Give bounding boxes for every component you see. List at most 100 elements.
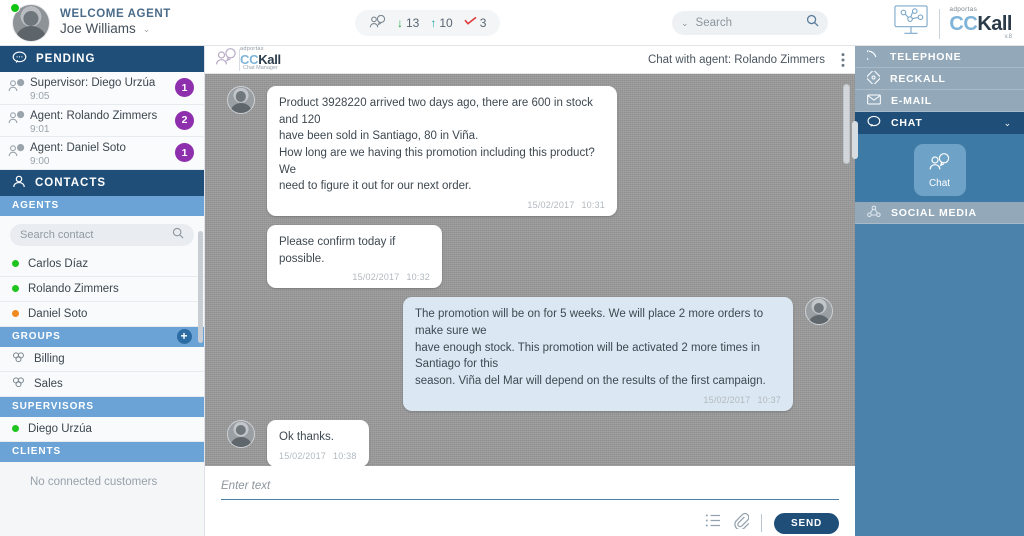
- sidebar-item-social-media[interactable]: SOCIAL MEDIA: [855, 202, 1024, 224]
- welcome-label: WELCOME AGENT: [60, 7, 171, 20]
- contact-search-placeholder: Search contact: [20, 228, 94, 241]
- pending-title: PENDING: [36, 53, 96, 65]
- list-item[interactable]: Supervisor: Diego Urzúa 9:05 1: [0, 72, 204, 105]
- cckall-chat-app: WELCOME AGENT Joe Williams ⌄ ↓ 13 ↑ 10 3…: [0, 0, 1024, 536]
- missed-count: 3: [479, 16, 487, 30]
- list-item[interactable]: Agent: Rolando Zimmers 9:01 2: [0, 104, 204, 137]
- top-bar: WELCOME AGENT Joe Williams ⌄ ↓ 13 ↑ 10 3…: [0, 0, 1024, 46]
- arrow-up-icon: ↑: [430, 16, 437, 30]
- chat-scrollbar[interactable]: [843, 84, 850, 164]
- group-name: Sales: [34, 377, 63, 390]
- message-date: 15/02/2017: [527, 200, 575, 211]
- message-bubble: Product 3928220 arrived two days ago, th…: [267, 86, 617, 217]
- message-timestamp: 15/02/2017 10:38: [279, 450, 357, 463]
- pending-name: Agent: Rolando Zimmers: [30, 109, 158, 122]
- search-icon[interactable]: [806, 14, 819, 32]
- contact-search-wrap: Search contact: [0, 215, 204, 252]
- chat-tile-label: Chat: [928, 177, 951, 189]
- person-chat-icon: [8, 143, 30, 163]
- search-input[interactable]: ⌄ Search: [672, 11, 828, 35]
- panel-collapse-handle[interactable]: [852, 121, 858, 159]
- clients-label: CLIENTS: [12, 446, 62, 457]
- message-input[interactable]: Enter text: [221, 476, 839, 500]
- social-icon: [867, 205, 881, 221]
- current-user-block[interactable]: WELCOME AGENT Joe Williams ⌄: [0, 2, 300, 42]
- agent-name: Carlos Díaz: [28, 257, 89, 270]
- message-text: Product 3928220 arrived two days ago, th…: [279, 97, 595, 193]
- more-options-icon[interactable]: [841, 52, 845, 68]
- chat-tile-button[interactable]: Chat: [913, 144, 966, 196]
- contact-search-input[interactable]: Search contact: [10, 223, 194, 246]
- list-item-text: Agent: Rolando Zimmers 9:01: [30, 105, 175, 136]
- list-item[interactable]: Carlos Díaz: [0, 251, 204, 277]
- avatar: [10, 2, 50, 42]
- contacts-title: CONTACTS: [35, 176, 107, 189]
- list-item[interactable]: Agent: Daniel Soto 9:00 1: [0, 137, 204, 170]
- message-timestamp: 15/02/2017 10:37: [415, 394, 781, 407]
- sidebar-item-reckall[interactable]: RECKALL: [855, 68, 1024, 90]
- message-text: The promotion will be on for 5 weeks. We…: [415, 308, 766, 388]
- status-badge: 1: [175, 143, 194, 163]
- sidebar-scrollbar[interactable]: [198, 231, 203, 343]
- missed-stat: 3: [464, 16, 487, 30]
- list-item-text: Agent: Daniel Soto 9:00: [30, 137, 175, 168]
- group-icon: [12, 376, 25, 391]
- list-icon[interactable]: [705, 513, 721, 533]
- group-name: Billing: [34, 352, 65, 365]
- pending-section-header: PENDING: [0, 46, 204, 72]
- agents-section-header: AGENTS: [0, 195, 204, 216]
- channel-sidebar: TELEPHONE RECKALL E-MAIL CHAT ⌄ Chat SOC…: [852, 46, 1024, 536]
- avatar: [227, 86, 255, 114]
- person-chat-icon: [215, 47, 239, 72]
- attachment-icon[interactable]: [733, 512, 750, 534]
- composer-actions: SEND: [221, 512, 839, 534]
- chat-bubble-icon: [867, 115, 881, 131]
- brand-divider: [939, 8, 941, 39]
- outbound-count: 10: [439, 16, 453, 30]
- message-bubble: Ok thanks. 15/02/2017 10:38: [267, 419, 369, 466]
- phone-icon: [865, 49, 880, 65]
- action-divider: [761, 514, 763, 532]
- sidebar-item-chat[interactable]: CHAT ⌄: [855, 112, 1024, 134]
- group-icon: [12, 351, 25, 366]
- sidebar-item-email[interactable]: E-MAIL: [855, 90, 1024, 112]
- message-text: Please confirm today if possible.: [279, 236, 396, 265]
- user-name-row: Joe Williams ⌄: [60, 21, 171, 38]
- groups-section-header: GROUPS +: [0, 326, 204, 347]
- message-time: 10:38: [333, 450, 357, 461]
- avatar: [805, 297, 833, 326]
- person-chat-icon: [8, 78, 30, 98]
- pending-time: 9:00: [30, 156, 50, 168]
- reckall-icon: [866, 69, 881, 87]
- message-time: 10:32: [406, 272, 430, 283]
- message-text: Ok thanks.: [279, 430, 334, 443]
- send-button[interactable]: SEND: [774, 512, 839, 534]
- search-icon[interactable]: [172, 227, 184, 242]
- list-item[interactable]: Billing: [0, 346, 204, 372]
- envelope-icon: [867, 94, 881, 108]
- status-badge: 2: [175, 110, 194, 130]
- add-group-button[interactable]: +: [177, 329, 192, 344]
- list-item[interactable]: Sales: [0, 371, 204, 397]
- user-text: WELCOME AGENT Joe Williams ⌄: [60, 7, 171, 38]
- chevron-down-icon[interactable]: ⌄: [681, 18, 689, 29]
- sidebar-item-telephone[interactable]: TELEPHONE: [855, 46, 1024, 68]
- groups-label: GROUPS: [12, 331, 61, 342]
- message-timestamp: 15/02/2017 10:31: [279, 199, 605, 212]
- status-dot: [12, 260, 19, 267]
- inbound-count: 13: [406, 16, 420, 30]
- message-bubble: The promotion will be on for 5 weeks. We…: [403, 297, 793, 411]
- chevron-down-icon[interactable]: ⌄: [1004, 118, 1012, 129]
- message-row: Product 3928220 arrived two days ago, th…: [227, 86, 833, 217]
- status-dot: [12, 425, 19, 432]
- brand-text: adportas CCKall v.8: [949, 7, 1012, 40]
- sidebar-item-label: E-MAIL: [891, 94, 932, 107]
- chat-panel: adportas CCKall Chat Manager Chat with a…: [205, 46, 855, 536]
- list-item[interactable]: Rolando Zimmers: [0, 276, 204, 302]
- list-item[interactable]: Daniel Soto: [0, 301, 204, 327]
- list-item[interactable]: Diego Urzúa: [0, 416, 204, 442]
- chevron-down-icon[interactable]: ⌄: [143, 24, 151, 35]
- brand-kall: Kall: [977, 12, 1012, 35]
- page-title: Chat with agent: Rolando Zimmers: [647, 53, 825, 66]
- left-sidebar: PENDING Supervisor: Diego Urzúa 9:05 1 A…: [0, 46, 205, 536]
